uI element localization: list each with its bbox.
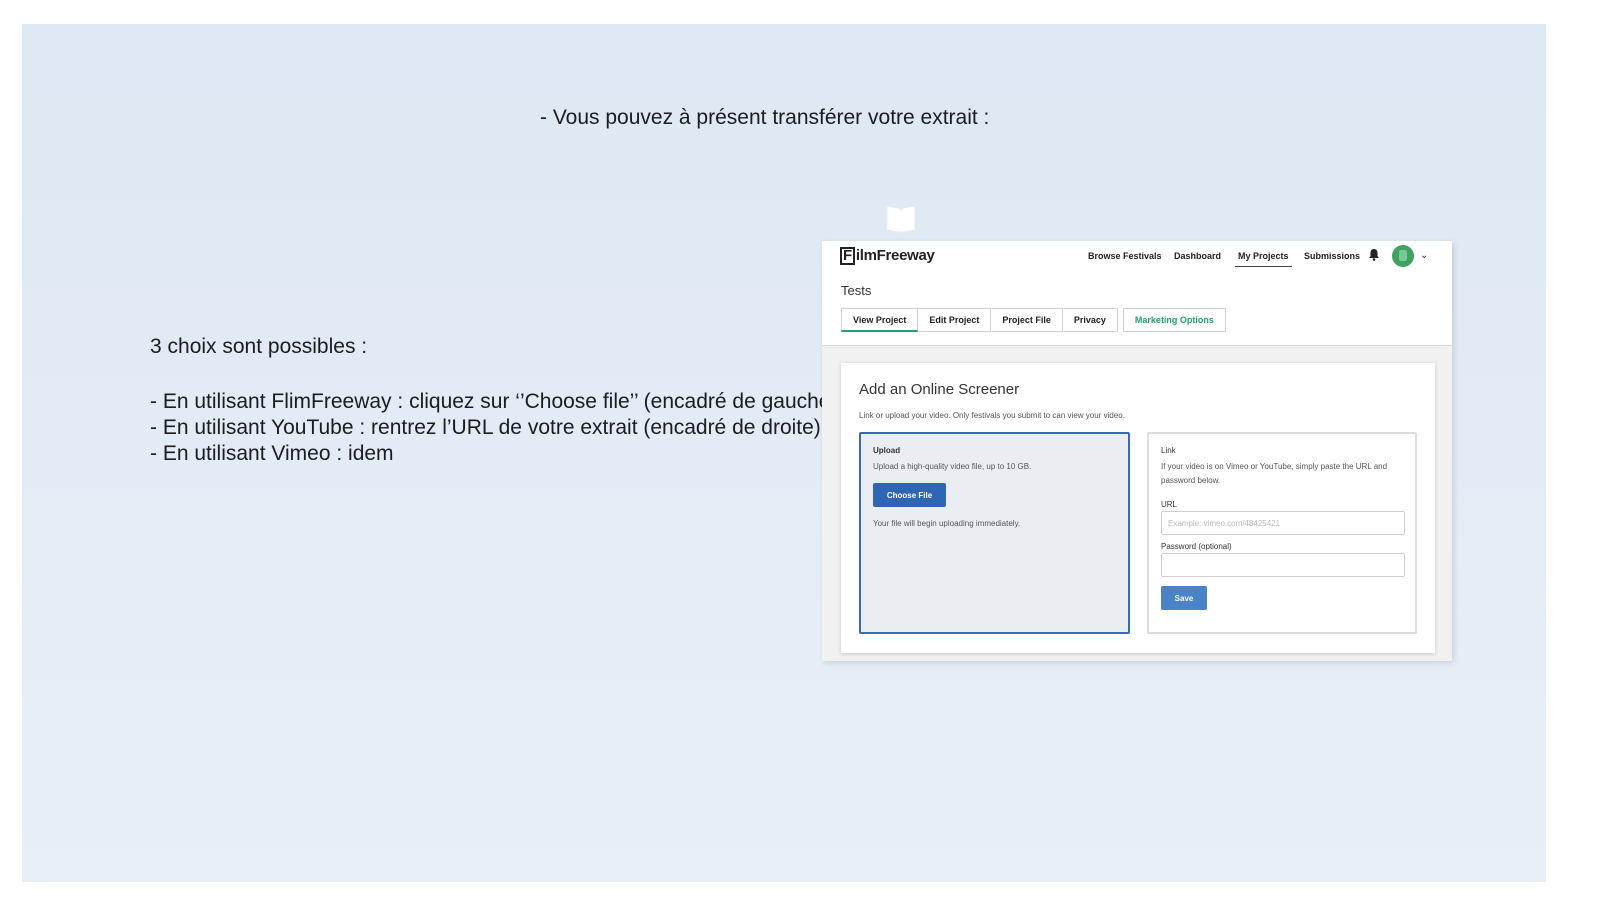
- user-avatar[interactable]: [1392, 245, 1414, 267]
- nav-browse-festivals[interactable]: Browse Festivals: [1088, 251, 1162, 261]
- tab-view-project[interactable]: View Project: [841, 308, 919, 332]
- upload-note: Your file will begin uploading immediate…: [873, 519, 1021, 528]
- nav-dashboard[interactable]: Dashboard: [1174, 251, 1221, 261]
- save-button[interactable]: Save: [1161, 586, 1207, 610]
- chevron-down-icon[interactable]: ⌄: [1420, 250, 1428, 261]
- project-title: Tests: [841, 283, 872, 298]
- tab-privacy[interactable]: Privacy: [1062, 308, 1118, 332]
- bell-icon[interactable]: [1368, 248, 1380, 262]
- top-bar: FilmFreeway Browse Festivals Dashboard M…: [822, 241, 1452, 346]
- choice-vimeo: - En utilisant Vimeo : idem: [150, 442, 394, 465]
- tab-edit-project[interactable]: Edit Project: [918, 308, 992, 332]
- document-icon: [886, 205, 916, 233]
- password-label: Password (optional): [1161, 542, 1232, 551]
- password-input[interactable]: [1161, 553, 1405, 577]
- card-title: Add an Online Screener: [859, 381, 1020, 398]
- choice-filmfreeway: - En utilisant FlimFreeway : cliquez sur…: [150, 390, 838, 413]
- tab-marketing-options[interactable]: Marketing Options: [1122, 308, 1226, 332]
- filmfreeway-screenshot: FilmFreeway Browse Festivals Dashboard M…: [822, 241, 1452, 661]
- choices-list: - En utilisant FlimFreeway : cliquez sur…: [150, 389, 837, 467]
- choice-youtube: - En utilisant YouTube : rentrez l’URL d…: [150, 416, 821, 439]
- url-input[interactable]: [1161, 511, 1405, 535]
- slide-heading: - Vous pouvez à présent transférer votre…: [540, 106, 990, 129]
- upload-panel: Upload Upload a high-quality video file,…: [859, 432, 1130, 634]
- choose-file-button[interactable]: Choose File: [873, 483, 946, 507]
- tab-project-file[interactable]: Project File: [991, 308, 1063, 332]
- nav-submissions[interactable]: Submissions: [1304, 251, 1360, 261]
- filmfreeway-logo[interactable]: FilmFreeway: [840, 247, 935, 265]
- nav-my-projects[interactable]: My Projects: [1235, 251, 1292, 267]
- url-label: URL: [1161, 500, 1178, 509]
- link-panel: Link If your video is on Vimeo or YouTub…: [1147, 432, 1417, 634]
- link-description: If your video is on Vimeo or YouTube, si…: [1161, 462, 1388, 485]
- project-tabs: View Project Edit Project Project File P…: [841, 308, 1226, 332]
- online-screener-card: Add an Online Screener Link or upload yo…: [841, 363, 1435, 653]
- link-heading: Link: [1161, 446, 1176, 455]
- upload-description: Upload a high-quality video file, up to …: [873, 462, 1032, 471]
- slide-intro: 3 choix sont possibles :: [150, 335, 368, 358]
- card-subtitle: Link or upload your video. Only festival…: [859, 411, 1125, 420]
- upload-heading: Upload: [873, 446, 901, 455]
